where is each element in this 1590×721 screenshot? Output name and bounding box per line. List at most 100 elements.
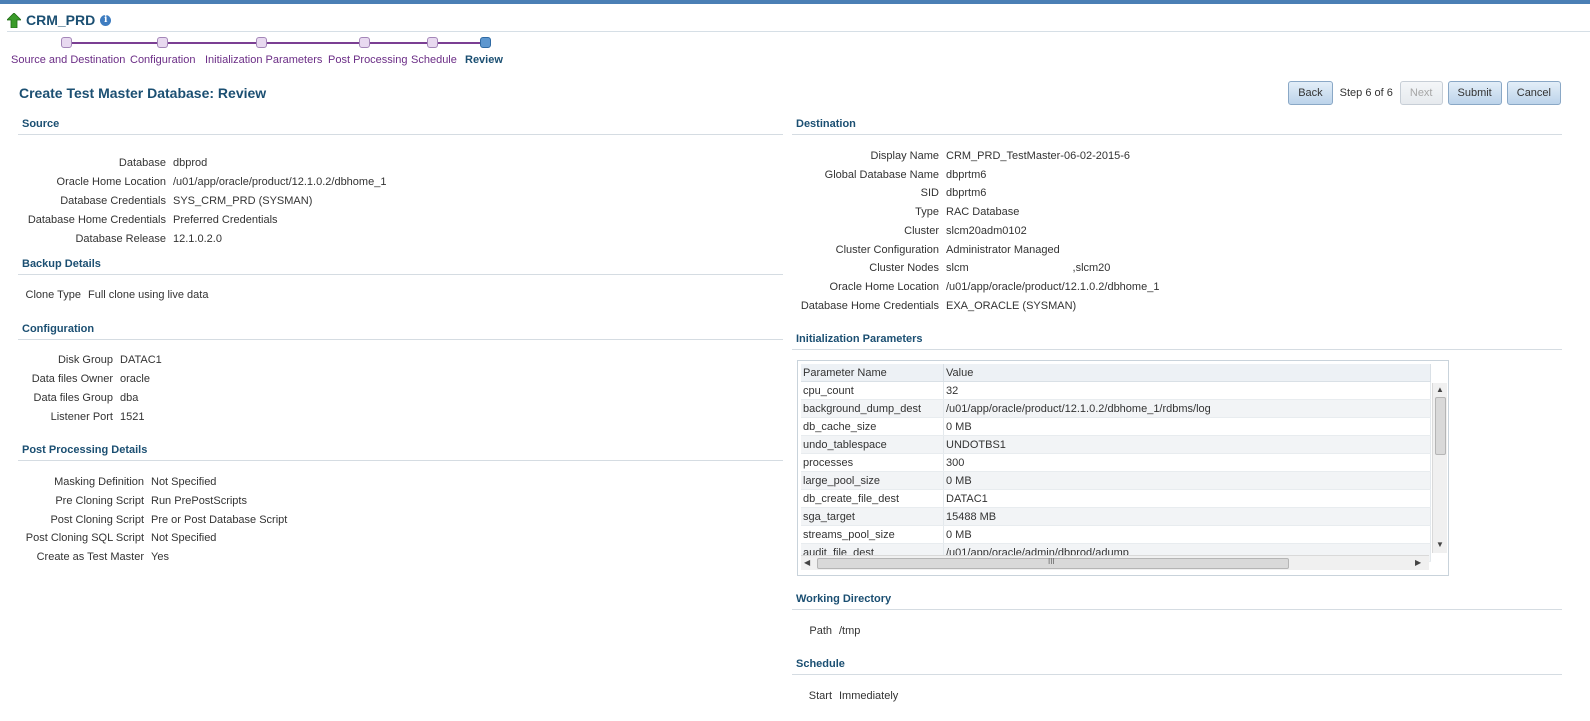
scroll-up-arrow-icon[interactable]: ▲: [1436, 385, 1444, 395]
field-label: Database Release: [75, 233, 166, 245]
destination-section: Destination Display Name CRM_PRD_TestMast…: [792, 118, 1562, 325]
next-button[interactable]: Next: [1399, 81, 1443, 105]
field-label: Masking Definition: [54, 476, 144, 488]
table-horizontal-scrollbar[interactable]: ◀ III ▶: [801, 555, 1429, 570]
page-title: Create Test Master Database: Review: [19, 85, 267, 101]
field-value: Full clone using live data: [88, 289, 209, 301]
field-value: CRM_PRD_TestMaster-06-02-2015-6: [946, 150, 1131, 162]
train-stop-post-processing[interactable]: [359, 37, 370, 48]
field-label: Oracle Home Location: [56, 176, 166, 188]
train-label-init-params[interactable]: Initialization Parameters: [205, 54, 322, 66]
cancel-button[interactable]: Cancel: [1506, 81, 1561, 105]
field-value: DATAC1: [120, 354, 162, 366]
source-section: Source Database dbprod Oracle Home Locati…: [18, 118, 783, 245]
field-value: dbprtm6: [946, 169, 987, 181]
field-label: Cluster: [904, 225, 939, 237]
init-params-table-container: Parameter Name Value cpu_count 32 backgro…: [797, 360, 1449, 576]
backup-details-section: Backup Details Clone Type Full clone usin…: [18, 258, 783, 305]
field-value: /tmp: [839, 625, 861, 637]
schedule-heading: Schedule: [792, 658, 1562, 675]
scroll-right-arrow-icon[interactable]: ▶: [1415, 558, 1421, 568]
param-value-cell: 300: [943, 453, 1431, 472]
field-value: Administrator Managed: [946, 244, 1060, 256]
field-value: EXA_ORACLE (SYSMAN): [946, 300, 1077, 312]
init-params-heading: Initialization Parameters: [792, 333, 1562, 350]
train-label-configuration[interactable]: Configuration: [130, 54, 195, 66]
param-name-cell: cpu_count: [801, 381, 944, 400]
field-label: Database Home Credentials: [27, 214, 166, 226]
param-name-cell: streams_pool_size: [801, 525, 944, 544]
vertical-scroll-thumb[interactable]: [1435, 397, 1446, 455]
configuration-section: Configuration Disk Group DATAC1 Data file…: [18, 323, 783, 423]
param-value-cell: 15488 MB: [943, 507, 1431, 526]
table-vertical-scrollbar[interactable]: ▲ ▼: [1432, 383, 1447, 553]
field-label: Global Database Name: [824, 169, 939, 181]
train-label-post-processing[interactable]: Post Processing: [328, 54, 407, 66]
column-header-parameter-name[interactable]: Parameter Name: [801, 364, 944, 382]
param-name-cell: large_pool_size: [801, 471, 944, 490]
field-label: Start: [808, 690, 832, 702]
table-row[interactable]: cpu_count 32: [801, 381, 1431, 400]
table-row[interactable]: db_create_file_dest DATAC1: [801, 489, 1431, 508]
train-stop-init-params[interactable]: [256, 37, 267, 48]
field-value: Yes: [151, 551, 169, 563]
train-stop-source-destination[interactable]: [61, 37, 72, 48]
field-label: Data files Owner: [31, 373, 113, 385]
table-row[interactable]: processes 300: [801, 453, 1431, 472]
field-label: Post Cloning Script: [50, 514, 144, 526]
field-label: Data files Group: [33, 392, 113, 404]
param-name-cell: sga_target: [801, 507, 944, 526]
scroll-grip-icon: III: [1048, 557, 1055, 566]
up-arrow-icon: [7, 12, 21, 28]
field-value: Preferred Credentials: [173, 214, 278, 226]
field-label: Create as Test Master: [36, 551, 144, 563]
train-connector: [67, 42, 486, 44]
submit-button[interactable]: Submit: [1447, 81, 1502, 105]
table-row[interactable]: background_dump_dest/u01/app/oracle/prod…: [801, 399, 1431, 418]
destination-heading: Destination: [792, 118, 1562, 135]
field-value: RAC Database: [946, 206, 1020, 218]
param-name-cell: db_create_file_dest: [801, 489, 944, 508]
database-title: CRM_PRD: [26, 12, 96, 28]
info-icon[interactable]: i: [100, 14, 112, 26]
table-row[interactable]: large_pool_size 0 MB: [801, 471, 1431, 490]
train-stop-schedule[interactable]: [427, 37, 438, 48]
field-value: Not Specified: [151, 532, 217, 544]
train-stop-configuration[interactable]: [157, 37, 168, 48]
field-label: Disk Group: [57, 354, 113, 366]
horizontal-scroll-thumb[interactable]: III: [817, 557, 1289, 569]
scroll-left-arrow-icon[interactable]: ◀: [804, 558, 810, 568]
table-row[interactable]: undo_tablespace UNDOTBS1: [801, 435, 1431, 454]
param-name-cell: background_dump_dest: [801, 399, 944, 418]
top-accent-bar: [0, 0, 1590, 4]
table-row[interactable]: db_cache_size 0 MB: [801, 417, 1431, 436]
table-row[interactable]: streams_pool_size 0 MB: [801, 525, 1431, 544]
backup-details-heading: Backup Details: [18, 258, 783, 275]
field-label: Database Home Credentials: [800, 300, 939, 312]
train-label-source-destination[interactable]: Source and Destination: [11, 54, 125, 66]
field-value: 12.1.0.2.0: [173, 233, 222, 245]
param-name-cell: db_cache_size: [801, 417, 944, 436]
working-directory-section: Working Directory Path/tmp: [792, 593, 1562, 640]
column-header-value[interactable]: Value: [943, 364, 1431, 382]
train-label-schedule[interactable]: Schedule: [411, 54, 457, 66]
step-indicator: Step 6 of 6: [1339, 87, 1393, 99]
param-value-cell: 0 MB: [943, 417, 1431, 436]
train-label-review: Review: [465, 54, 503, 66]
working-directory-heading: Working Directory: [792, 593, 1562, 610]
param-value-cell: 0 MB: [943, 471, 1431, 490]
table-row[interactable]: sga_target 15488 MB: [801, 507, 1431, 526]
scroll-down-arrow-icon[interactable]: ▼: [1436, 540, 1444, 550]
field-value: slcm ,slcm20: [946, 262, 1111, 274]
field-label: Oracle Home Location: [829, 281, 939, 293]
field-label: Clone Type: [25, 289, 81, 301]
back-button[interactable]: Back: [1288, 81, 1333, 105]
field-value: Pre or Post Database Script: [151, 514, 288, 526]
configuration-heading: Configuration: [18, 323, 783, 340]
field-value: oracle: [120, 373, 150, 385]
field-value: SYS_CRM_PRD (SYSMAN): [173, 195, 313, 207]
field-label: Cluster Nodes: [869, 262, 939, 274]
field-value: Immediately: [839, 690, 899, 702]
init-params-table: Parameter Name Value cpu_count 32 backgro…: [801, 364, 1431, 562]
field-label: Database Credentials: [60, 195, 166, 207]
